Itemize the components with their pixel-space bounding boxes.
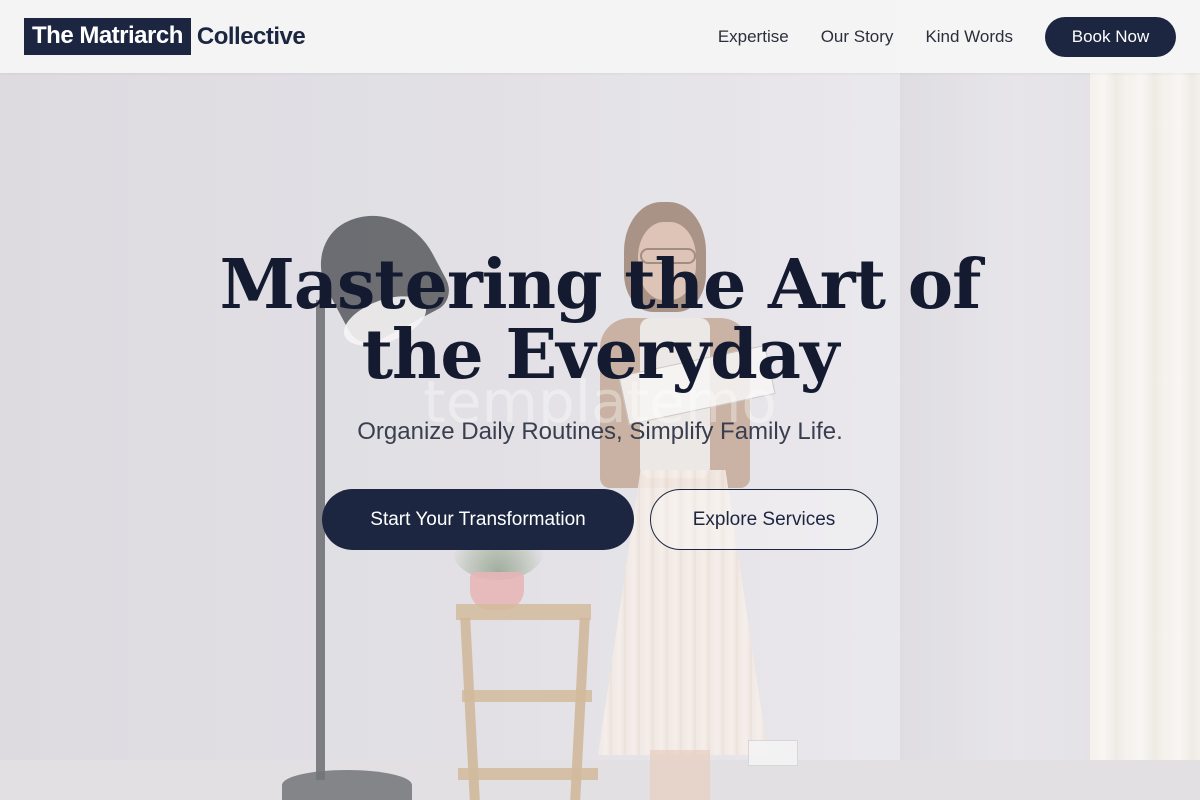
start-transformation-button[interactable]: Start Your Transformation: [322, 489, 634, 550]
site-header: The Matriarch Collective Expertise Our S…: [0, 0, 1200, 73]
logo-text: Collective: [196, 22, 306, 50]
explore-services-button[interactable]: Explore Services: [650, 489, 878, 550]
nav-link-kind-words[interactable]: Kind Words: [925, 27, 1013, 47]
hero-subheadline: Organize Daily Routines, Simplify Family…: [357, 418, 843, 445]
site-logo[interactable]: The Matriarch Collective: [24, 18, 306, 55]
hero-cta-group: Start Your Transformation Explore Servic…: [322, 489, 878, 550]
nav-link-our-story[interactable]: Our Story: [821, 27, 894, 47]
nav-link-expertise[interactable]: Expertise: [718, 27, 789, 47]
hero-section: templatemo Mastering the Art of the Ever…: [0, 0, 1200, 800]
hero-headline: Mastering the Art of the Everyday: [219, 245, 982, 395]
logo-boxed-text: The Matriarch: [24, 18, 191, 55]
book-now-button[interactable]: Book Now: [1045, 16, 1176, 57]
main-nav: Expertise Our Story Kind Words Book Now: [686, 16, 1176, 57]
